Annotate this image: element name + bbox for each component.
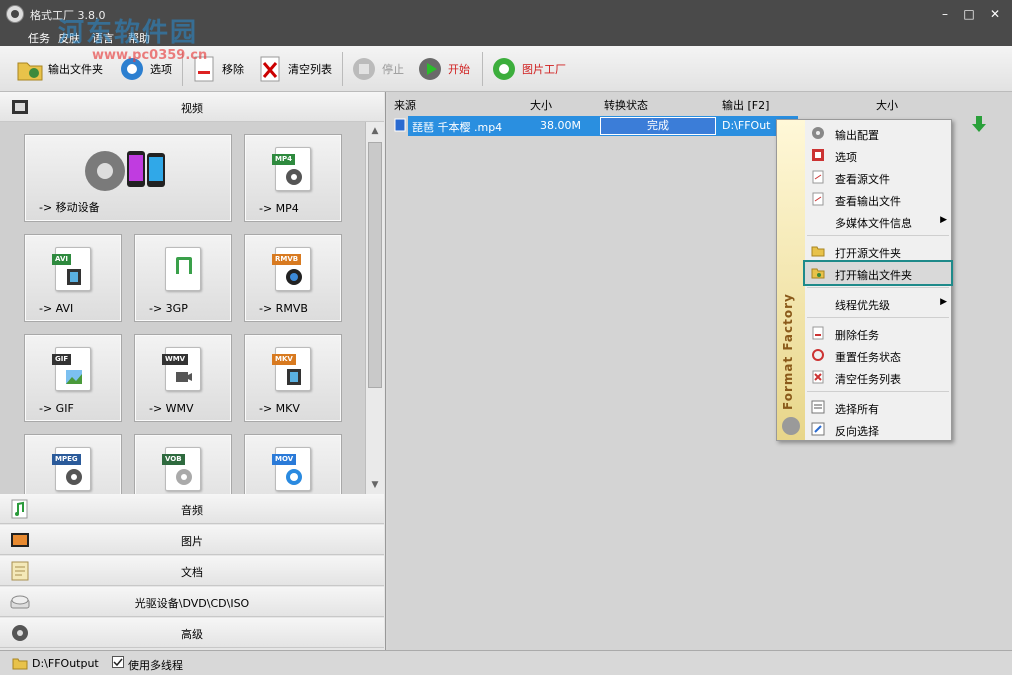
task-list-header: 来源 大小 转换状态 输出 [F2] 大小 — [388, 92, 1012, 114]
menu-open-source-folder[interactable]: 打开源文件夹 — [805, 240, 951, 262]
minimize-button[interactable]: – — [934, 4, 956, 24]
select-all-icon — [811, 400, 825, 414]
wmv-file-icon: WMV — [162, 347, 201, 391]
tile-mobile-device[interactable]: -> 移动设备 — [24, 134, 232, 222]
watermark-logo: 河东软件园 — [58, 18, 199, 48]
menu-delete-task[interactable]: 删除任务 — [805, 322, 951, 344]
rmvb-file-icon: RMVB — [272, 247, 311, 291]
menu-thread-priority[interactable]: 线程优先级 ▶ — [805, 292, 951, 314]
menu-options[interactable]: 选项 — [805, 144, 951, 166]
task-row[interactable]: 琵琶 千本樱 .mp4 38.00M 完成 D:\FFOut — [394, 116, 798, 136]
menu-invert-selection[interactable]: 反向选择 — [805, 418, 951, 440]
menu-select-all[interactable]: 选择所有 — [805, 396, 951, 418]
picture-factory-button[interactable]: 图片工厂 — [490, 54, 566, 84]
category-video[interactable]: 视频 — [0, 92, 384, 122]
menu-media-info[interactable]: 多媒体文件信息 ▶ — [805, 210, 951, 232]
tile-mp4[interactable]: MP4 -> MP4 — [244, 134, 342, 222]
task-filename: 琵琶 千本樱 .mp4 — [412, 121, 503, 134]
status-bar: D:\FFOutput 使用多线程 — [0, 650, 1012, 675]
clear-icon — [812, 370, 824, 384]
menu-reset-status[interactable]: 重置任务状态 — [805, 344, 951, 366]
start-button[interactable]: 开始 — [416, 54, 470, 84]
tile-mkv[interactable]: MKV -> MKV — [244, 334, 342, 422]
3gp-file-icon — [165, 247, 201, 291]
tile-3gp[interactable]: -> 3GP — [134, 234, 232, 322]
picture-factory-icon — [490, 55, 518, 83]
output-file-icon — [812, 192, 824, 206]
scroll-thumb[interactable] — [368, 142, 382, 388]
col-size2[interactable]: 大小 — [876, 97, 898, 113]
watermark-url: www.pc0359.cn — [92, 48, 208, 63]
mpeg-file-icon: MPEG — [52, 447, 91, 491]
status-folder-icon[interactable] — [12, 656, 28, 673]
mov-file-icon: MOV — [272, 447, 311, 491]
category-picture[interactable]: 图片 — [0, 525, 384, 555]
tile-vob[interactable]: VOB — [134, 434, 232, 494]
col-source[interactable]: 来源 — [394, 97, 416, 113]
context-menu-side-banner: Format Factory — [777, 120, 805, 440]
source-file-icon — [812, 170, 824, 184]
menu-view-source[interactable]: 查看源文件 — [805, 166, 951, 188]
options-icon — [812, 149, 824, 161]
down-arrow-icon[interactable] — [972, 116, 986, 135]
delete-icon — [812, 326, 824, 340]
invert-selection-icon — [811, 422, 825, 436]
mobile-device-icon — [85, 151, 165, 191]
start-icon — [416, 55, 444, 83]
scroll-down-icon[interactable]: ▼ — [366, 476, 384, 494]
submenu-arrow-icon: ▶ — [940, 297, 947, 307]
context-menu: Format Factory 输出配置 选项 查看源文件 查看输出文件 多媒体文… — [776, 119, 953, 441]
col-output[interactable]: 输出 [F2] — [722, 97, 769, 113]
menu-output-config[interactable]: 输出配置 — [805, 122, 951, 144]
clear-list-button[interactable]: 清空列表 — [256, 54, 332, 84]
close-button[interactable]: ✕ — [984, 4, 1006, 24]
gif-file-icon: GIF — [52, 347, 91, 391]
video-file-icon — [394, 118, 406, 135]
menu-task[interactable]: 任务 — [28, 30, 50, 46]
scroll-up-icon[interactable]: ▲ — [366, 122, 384, 140]
mp4-file-icon: MP4 — [272, 147, 311, 191]
output-path[interactable]: D:\FFOutput — [32, 657, 99, 670]
tile-rmvb[interactable]: RMVB -> RMVB — [244, 234, 342, 322]
stop-button[interactable]: 停止 — [350, 54, 404, 84]
multithread-label: 使用多线程 — [128, 659, 183, 672]
stop-icon — [350, 55, 378, 83]
multithread-checkbox[interactable] — [112, 656, 124, 671]
tile-wmv[interactable]: WMV -> WMV — [134, 334, 232, 422]
format-factory-logo-icon — [782, 417, 800, 435]
avi-file-icon: AVI — [52, 247, 91, 291]
category-optical[interactable]: 光驱设备\DVD\CD\ISO — [0, 587, 384, 617]
tile-mpeg[interactable]: MPEG — [24, 434, 122, 494]
mkv-file-icon: MKV — [272, 347, 311, 391]
output-folder-icon — [811, 268, 825, 279]
clear-x-icon — [256, 55, 284, 83]
maximize-button[interactable]: □ — [958, 4, 980, 24]
submenu-arrow-icon: ▶ — [940, 215, 947, 225]
format-grid: -> 移动设备 MP4 -> MP4 AVI -> AVI -> 3GP RMV… — [0, 122, 366, 494]
tile-gif[interactable]: GIF -> GIF — [24, 334, 122, 422]
col-status[interactable]: 转换状态 — [604, 97, 648, 113]
category-document[interactable]: 文档 — [0, 556, 384, 586]
menu-open-output-folder[interactable]: 打开输出文件夹 — [803, 260, 953, 286]
menu-clear-task-list[interactable]: 清空任务列表 — [805, 366, 951, 388]
category-audio[interactable]: 音频 — [0, 494, 384, 524]
grid-scrollbar[interactable]: ▲ ▼ — [366, 122, 384, 494]
reset-icon — [812, 349, 824, 361]
tile-avi[interactable]: AVI -> AVI — [24, 234, 122, 322]
vob-file-icon: VOB — [162, 447, 201, 491]
app-logo-icon — [6, 5, 24, 23]
task-status: 完成 — [600, 117, 716, 135]
category-panel: 视频 -> 移动设备 MP4 -> MP4 AVI -> AVI -> 3GP … — [0, 92, 386, 650]
menu-view-output[interactable]: 查看输出文件 — [805, 188, 951, 210]
category-advanced[interactable]: 高级 — [0, 618, 384, 648]
folder-icon — [16, 55, 44, 83]
folder-icon — [811, 246, 825, 257]
gear-icon — [812, 127, 824, 139]
col-size[interactable]: 大小 — [530, 97, 552, 113]
output-folder-button[interactable]: 输出文件夹 — [16, 54, 103, 84]
tile-mov[interactable]: MOV — [244, 434, 342, 494]
task-output: D:\FFOut — [722, 119, 771, 132]
task-size: 38.00M — [540, 119, 581, 132]
